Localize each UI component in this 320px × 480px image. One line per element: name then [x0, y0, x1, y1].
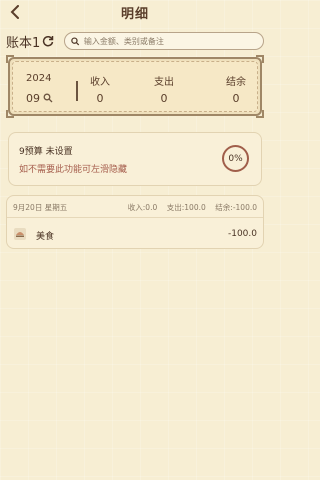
- budget-card[interactable]: 9预算 未设置 如不需要此功能可左滑隐藏 0%: [8, 132, 262, 186]
- day-stats: 收入:0.0 支出:100.0 结余:-100.0: [127, 203, 257, 212]
- year-label[interactable]: 2024: [26, 73, 51, 84]
- frame-corner: [6, 55, 14, 63]
- transaction-category: 美食: [36, 232, 55, 242]
- frame-corner: [256, 110, 264, 118]
- transaction-row[interactable]: 美食 -100.0: [7, 220, 263, 248]
- book-selector[interactable]: 账本1: [6, 32, 40, 51]
- budget-progress-ring: 0%: [222, 145, 249, 172]
- frame-corner: [6, 110, 14, 118]
- budget-percent: 0%: [228, 153, 243, 164]
- budget-title: 9预算 未设置: [19, 147, 73, 157]
- refresh-icon: [43, 35, 54, 47]
- balance-label: 结余: [226, 77, 246, 88]
- frame-corner: [256, 55, 264, 63]
- book-row: 账本1: [0, 28, 270, 54]
- switch-book-button[interactable]: [42, 34, 56, 48]
- expense-value: 0: [160, 92, 168, 105]
- balance-value: 0: [232, 92, 240, 105]
- income-value: 0: [96, 92, 104, 105]
- expense-label: 支出: [154, 77, 174, 88]
- month-picker-icon[interactable]: [43, 93, 53, 103]
- month-label[interactable]: 09: [26, 92, 40, 105]
- search-icon: [71, 36, 80, 45]
- search-box[interactable]: [64, 32, 264, 50]
- chevron-left-icon: [10, 5, 19, 19]
- day-date: 9月20日 星期五: [13, 203, 68, 212]
- search-input[interactable]: [79, 36, 263, 46]
- food-icon: [14, 228, 26, 240]
- transaction-amount: -100.0: [227, 229, 257, 239]
- day-group-header: 9月20日 星期五 收入:0.0 支出:100.0 结余:-100.0: [7, 196, 263, 218]
- budget-hint: 如不需要此功能可左滑隐藏: [19, 165, 128, 175]
- day-group-card: 9月20日 星期五 收入:0.0 支出:100.0 结余:-100.0 美食 -…: [6, 195, 264, 249]
- page-title: 明细: [120, 6, 149, 22]
- income-label: 收入: [90, 77, 110, 88]
- summary-divider: [76, 81, 78, 101]
- top-bar: 明细: [0, 0, 270, 24]
- back-button[interactable]: [6, 3, 24, 21]
- month-summary-card: 2024 09 收入 0 支出 0 结余 0: [6, 55, 264, 118]
